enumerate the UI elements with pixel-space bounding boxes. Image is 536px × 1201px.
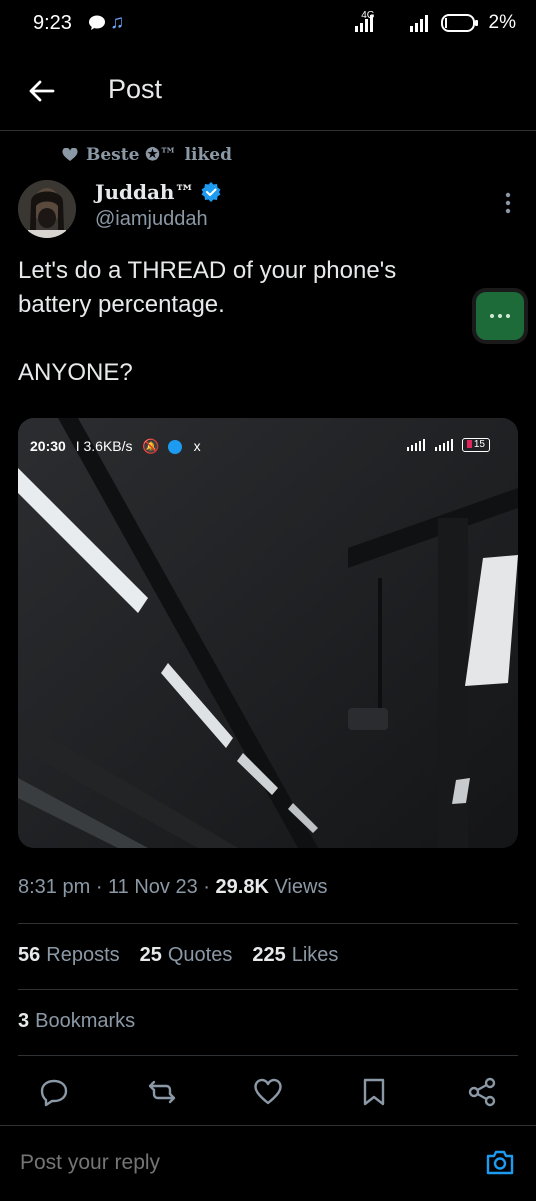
more-options-icon[interactable] — [498, 190, 518, 216]
author-name-row[interactable]: Juddah™ — [95, 180, 222, 204]
avatar-image — [18, 180, 76, 238]
quotes-label: Quotes — [167, 944, 233, 966]
bookmarks-stat[interactable]: 3 Bookmarks — [18, 1010, 135, 1033]
meta-separator: · — [95, 876, 109, 898]
media-x-text: x — [193, 438, 201, 454]
status-right: 4G 2% — [353, 9, 516, 34]
battery-icon — [440, 14, 478, 32]
media-battery: 15 — [461, 438, 490, 452]
views-count: 29.8K — [215, 876, 269, 898]
reply-bar — [0, 1125, 536, 1201]
likes-label: Likes — [291, 944, 339, 966]
media-signal-icon-2 — [434, 439, 453, 451]
media-time-text: 20:30 — [30, 438, 66, 454]
meta-separator-2: · — [203, 876, 216, 898]
signal-icon-2 — [409, 15, 428, 32]
header: Post — [0, 52, 536, 131]
message-notification-icon — [89, 15, 105, 30]
avatar[interactable] — [18, 180, 76, 238]
divider — [18, 923, 518, 924]
reposts-stat[interactable]: 56 Reposts — [18, 944, 120, 967]
battery-percentage: 2% — [488, 12, 516, 33]
share-icon[interactable] — [466, 1076, 498, 1108]
quotes-stat[interactable]: 25 Quotes — [140, 944, 233, 967]
floating-chat-button[interactable] — [476, 292, 524, 340]
camera-icon[interactable] — [484, 1146, 516, 1178]
media-battery-text: 15 — [473, 439, 485, 450]
social-context[interactable]: Beste ✪™ liked — [62, 145, 232, 165]
media-speed-text: I 3.6KB/s — [75, 438, 133, 454]
action-bar — [0, 1068, 536, 1118]
tweet-meta: 8:31 pm · 11 Nov 23 · 29.8K Views — [18, 876, 327, 899]
page-title: Post — [108, 74, 163, 104]
repost-icon[interactable] — [146, 1076, 178, 1108]
reposts-count: 56 — [18, 944, 41, 966]
tweet-text: Let's do a THREAD of your phone's batter… — [18, 257, 397, 386]
media-mute-icon: 🔕 — [142, 438, 160, 454]
bookmarks-count: 3 — [18, 1010, 30, 1032]
tweet-media[interactable]: 20:30 I 3.6KB/s 🔕 x 15 — [18, 418, 518, 848]
likes-count: 225 — [252, 944, 286, 966]
media-signal-icon — [406, 439, 425, 451]
liked-by-name: Beste ✪™ — [86, 145, 177, 165]
back-arrow-icon[interactable] — [26, 76, 56, 106]
status-time: 9:23 — [33, 12, 72, 34]
reposts-label: Reposts — [46, 944, 120, 966]
heart-icon — [62, 148, 78, 161]
dots-icon — [490, 314, 510, 318]
media-status-time: 20:30 I 3.6KB/s 🔕 x — [30, 438, 201, 455]
verified-badge-icon — [201, 182, 221, 202]
likes-stat[interactable]: 225 Likes — [252, 944, 338, 967]
author-name: Juddah™ — [95, 180, 195, 204]
media-status-right: 15 — [406, 438, 490, 452]
engagement-stats: 56 Reposts 25 Quotes 225 Likes — [18, 944, 338, 967]
divider — [18, 989, 518, 990]
tweet-date: 11 Nov 23 — [108, 876, 198, 898]
status-bar: 9:23 ♫ 4G 2% — [0, 0, 536, 48]
media-battery-level — [466, 440, 472, 449]
bookmark-icon[interactable] — [358, 1076, 390, 1108]
author-handle[interactable]: @iamjuddah — [95, 208, 208, 231]
music-note-icon: ♫ — [110, 12, 125, 33]
media-photo — [18, 418, 518, 848]
divider — [18, 1055, 518, 1056]
tweet-time: 8:31 pm — [18, 876, 91, 898]
media-app-icon — [167, 440, 182, 455]
views-label: Views — [274, 876, 328, 898]
quotes-count: 25 — [139, 944, 162, 966]
bookmarks-label: Bookmarks — [35, 1010, 136, 1032]
reply-icon[interactable] — [38, 1076, 70, 1108]
like-icon[interactable] — [252, 1076, 284, 1108]
network-label: 4G — [361, 9, 375, 21]
liked-action: liked — [184, 145, 232, 165]
reply-input[interactable] — [18, 1150, 422, 1176]
media-status-bar: 20:30 I 3.6KB/s 🔕 x 15 — [18, 432, 518, 460]
